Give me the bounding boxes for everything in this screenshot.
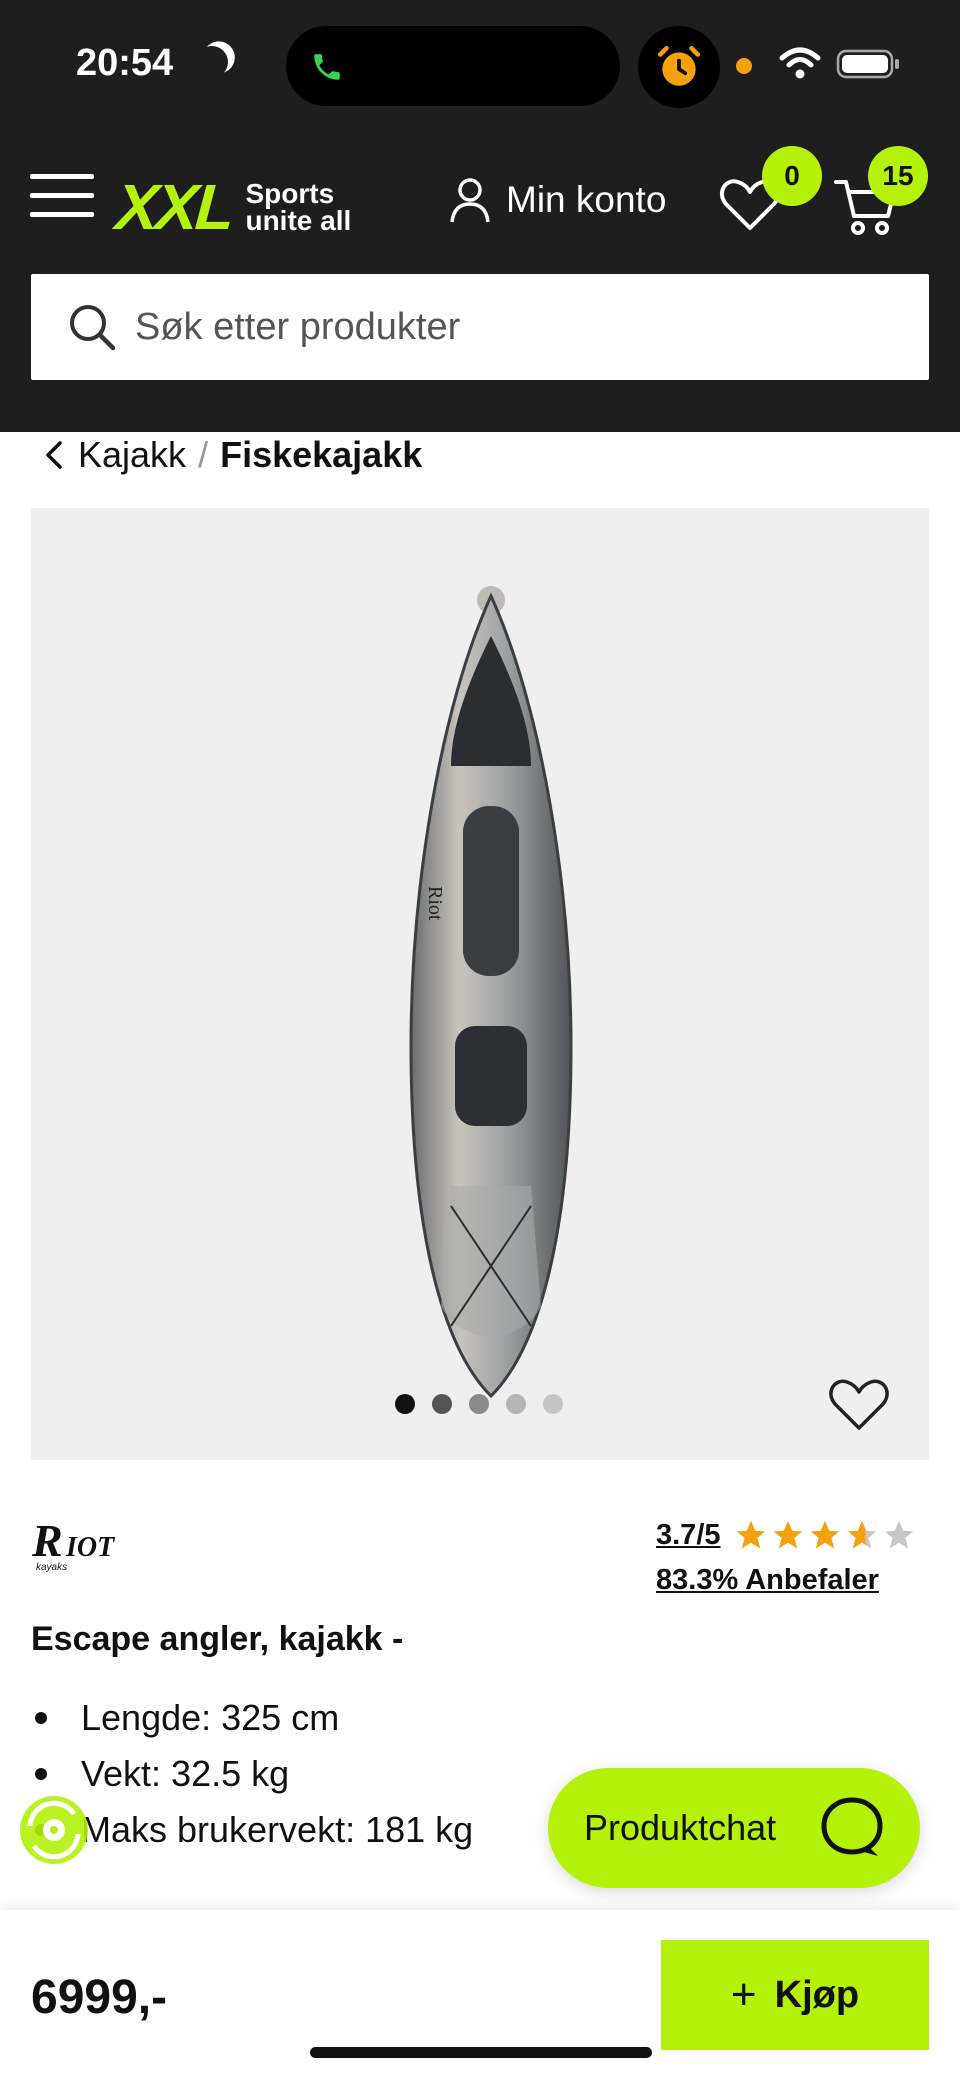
account-label: Min konto bbox=[506, 179, 667, 220]
product-image-gallery[interactable]: Riot bbox=[31, 508, 929, 1460]
svg-text:Riot: Riot bbox=[424, 886, 446, 921]
breadcrumb-current[interactable]: Fiskekajakk bbox=[220, 434, 422, 476]
gallery-dot-3[interactable] bbox=[469, 1394, 489, 1414]
spec-item: Vekt: 32.5 kg bbox=[31, 1746, 473, 1802]
search-bar[interactable]: Søk etter produkter bbox=[31, 274, 929, 380]
chat-label: Produktchat bbox=[584, 1807, 777, 1848]
svg-text:kayaks: kayaks bbox=[36, 1562, 67, 1573]
svg-text:IOT: IOT bbox=[65, 1532, 116, 1563]
recommend-rate-link[interactable]: 83.3% Anbefaler bbox=[656, 1564, 879, 1597]
alarm-indicator bbox=[638, 26, 720, 108]
buy-label: Kjøp bbox=[774, 1973, 860, 2016]
star-full-icon bbox=[773, 1520, 802, 1549]
gallery-dot-5[interactable] bbox=[543, 1394, 563, 1414]
star-full-icon bbox=[736, 1520, 765, 1549]
kayak-product-image: Riot bbox=[409, 586, 573, 1399]
status-bar: 20:54 bbox=[0, 0, 960, 130]
svg-text:R: R bbox=[32, 1515, 63, 1566]
spec-length: Lengde: 325 cm bbox=[81, 1697, 340, 1738]
home-indicator bbox=[310, 2047, 652, 2058]
site-header: XXL Sports unite all Min konto 0 15 Søk … bbox=[0, 130, 960, 432]
spec-weight: Vekt: 32.5 kg bbox=[81, 1753, 290, 1794]
chat-bubble-icon bbox=[821, 1797, 883, 1856]
product-chat-button[interactable]: Produktchat bbox=[548, 1768, 920, 1888]
account-link[interactable]: Min konto bbox=[448, 176, 666, 224]
breadcrumb-parent-link[interactable]: Kajakk bbox=[78, 434, 186, 476]
star-empty-icon bbox=[884, 1520, 913, 1549]
product-title: Escape angler, kajakk - bbox=[31, 1620, 404, 1658]
hamburger-menu-icon[interactable] bbox=[30, 174, 94, 222]
wishlist-count-badge: 0 bbox=[762, 146, 822, 206]
moon-icon bbox=[191, 41, 232, 82]
phone-call-icon bbox=[314, 54, 340, 80]
cart-count-badge: 15 bbox=[868, 146, 928, 206]
gallery-pagination bbox=[395, 1394, 580, 1414]
star-full-icon bbox=[810, 1520, 839, 1549]
product-price: 6999,- bbox=[31, 1971, 168, 2024]
breadcrumb-separator: / bbox=[198, 434, 209, 475]
gallery-dot-1[interactable] bbox=[395, 1394, 415, 1414]
status-time: 20:54 bbox=[76, 42, 174, 84]
product-rating[interactable]: 3.7/5 bbox=[656, 1518, 918, 1552]
breadcrumb: Kajakk / Fiskekajakk bbox=[42, 434, 422, 476]
spec-item: Lengde: 325 cm bbox=[31, 1690, 473, 1746]
alarm-clock-icon bbox=[657, 45, 701, 86]
plus-icon: + bbox=[730, 1970, 757, 2019]
logo-wordmark: XXL bbox=[113, 171, 234, 243]
recycle-badge-icon[interactable] bbox=[16, 1792, 92, 1868]
chevron-left-icon[interactable] bbox=[42, 439, 66, 471]
user-icon bbox=[450, 178, 490, 223]
spec-item: Maks brukervekt: 181 kg bbox=[31, 1802, 473, 1858]
product-specs-list: Lengde: 325 cm Vekt: 32.5 kg Maks bruker… bbox=[31, 1690, 473, 1858]
search-placeholder: Søk etter produkter bbox=[135, 305, 461, 348]
spec-max-weight: Maks brukervekt: 181 kg bbox=[81, 1809, 474, 1850]
xxl-logo[interactable]: XXL Sports unite all bbox=[113, 170, 352, 244]
wifi-icon bbox=[779, 47, 821, 79]
battery-icon bbox=[836, 49, 899, 79]
riot-kayaks-logo[interactable]: R IOT kayaks bbox=[32, 1514, 182, 1574]
buy-button[interactable]: + Kjøp bbox=[661, 1940, 929, 2050]
rating-score[interactable]: 3.7/5 bbox=[656, 1519, 721, 1552]
purchase-bar: 6999,- + Kjøp bbox=[0, 1910, 960, 2079]
search-icon bbox=[70, 305, 116, 351]
privacy-dot bbox=[736, 58, 752, 74]
favorite-heart-icon[interactable] bbox=[827, 1374, 891, 1432]
star-partial-icon bbox=[847, 1520, 876, 1549]
logo-tagline-line2: unite all bbox=[245, 205, 352, 236]
gallery-dot-4[interactable] bbox=[506, 1394, 526, 1414]
gallery-dot-2[interactable] bbox=[432, 1394, 452, 1414]
logo-tagline: Sports unite all bbox=[245, 180, 352, 236]
rating-stars bbox=[733, 1518, 918, 1552]
